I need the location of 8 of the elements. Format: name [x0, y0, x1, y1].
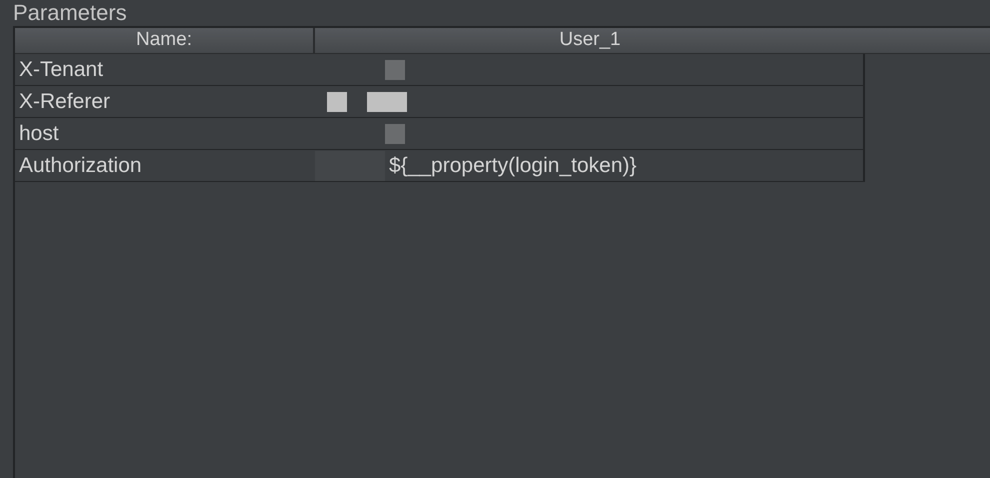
- table-cell: X-Referer: [15, 86, 315, 118]
- column-header[interactable]: User_1: [315, 28, 865, 53]
- column-header[interactable]: Name:: [15, 28, 315, 53]
- table-cell: host: [15, 118, 315, 150]
- table-cell: Authorization: [15, 150, 315, 182]
- table-cell-text: ${__property(login_token)}: [389, 152, 637, 179]
- table-cell: X-Tenant: [15, 54, 315, 86]
- panel-title: Parameters: [12, 0, 127, 26]
